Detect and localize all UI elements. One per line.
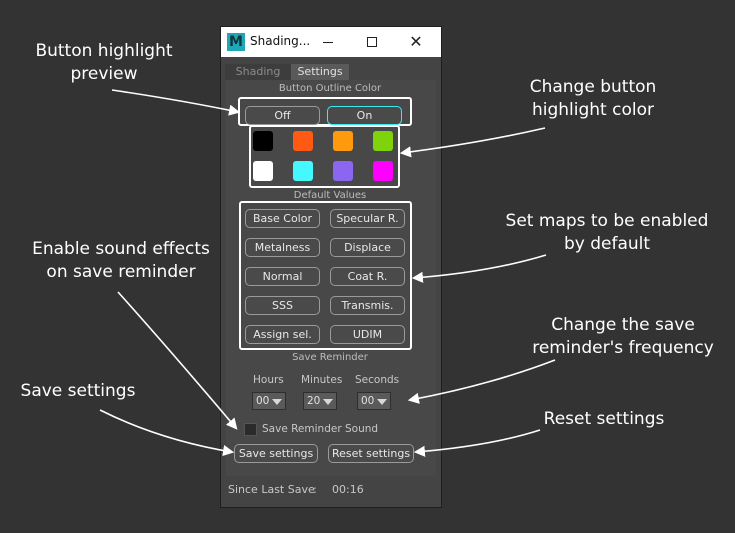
annotation-reset-settings: Reset settings — [543, 409, 665, 429]
annotation-line: highlight color — [531, 100, 654, 120]
hours-value: 00 — [256, 395, 270, 407]
annotation-line: reminder's frequency — [532, 338, 714, 358]
annotation-line: Button highlight — [35, 41, 173, 61]
annotation-frequency: Change the save reminder's frequency — [518, 314, 728, 360]
since-last-save-value: 00:16 — [332, 483, 364, 496]
annotation-sound-effects: Enable sound effects on save reminder — [26, 238, 216, 284]
status-separator: : — [313, 483, 317, 496]
annotation-save-settings: Save settings — [20, 381, 136, 401]
annotation-line: by default — [563, 234, 651, 254]
annotation-line: Set maps to be enabled — [505, 211, 709, 231]
minutes-value: 20 — [307, 395, 321, 407]
window-title: Shading... — [250, 34, 311, 48]
annotation-line: Change button — [529, 77, 657, 97]
minutes-dropdown[interactable]: 20 — [303, 392, 337, 410]
default-map-button[interactable]: Assign sel. — [245, 325, 320, 344]
color-swatch[interactable] — [373, 131, 393, 151]
hours-label: Hours — [253, 374, 284, 386]
outline-color-header: Button Outline Color — [278, 83, 382, 94]
maya-app-icon: M — [227, 33, 245, 51]
annotation-line: on save reminder — [46, 262, 196, 282]
default-map-button[interactable]: SSS — [245, 296, 320, 315]
default-map-button[interactable]: UDIM — [330, 325, 405, 344]
minimize-icon[interactable] — [320, 34, 336, 50]
color-swatch[interactable] — [293, 161, 313, 181]
off-button[interactable]: Off — [245, 106, 320, 125]
minutes-label: Minutes — [301, 374, 343, 386]
close-icon[interactable]: ✕ — [408, 34, 424, 50]
default-map-button[interactable]: Transmis. — [330, 296, 405, 315]
annotation-line: Change the save — [551, 315, 695, 335]
default-map-button[interactable]: Displace — [330, 238, 405, 257]
save-reminder-header: Save Reminder — [292, 352, 368, 363]
arrow-save-settings — [99, 409, 235, 457]
color-swatch[interactable] — [253, 161, 273, 181]
annotation-highlight-preview: Button highlight preview — [34, 40, 174, 86]
annotation-change-color: Change button highlight color — [518, 76, 668, 122]
tab-shading[interactable]: Shading — [225, 64, 291, 80]
window-titlebar[interactable]: M Shading... ✕ — [221, 27, 441, 57]
annotation-line: Enable sound effects — [32, 239, 210, 259]
default-map-button[interactable]: Metalness — [245, 238, 320, 257]
on-button[interactable]: On — [327, 106, 402, 125]
seconds-dropdown[interactable]: 00 — [357, 392, 391, 410]
default-values-header: Default Values — [293, 190, 367, 201]
default-map-button[interactable]: Normal — [245, 267, 320, 286]
chevron-down-icon — [272, 399, 282, 405]
default-map-button[interactable]: Specular R. — [330, 209, 405, 228]
reset-settings-button[interactable]: Reset settings — [328, 444, 414, 463]
save-reminder-sound-checkbox[interactable] — [244, 423, 257, 436]
annotation-maps-default: Set maps to be enabled by default — [497, 210, 717, 256]
chevron-down-icon — [377, 399, 387, 405]
color-swatch[interactable] — [253, 131, 273, 151]
seconds-value: 00 — [361, 395, 375, 407]
since-last-save-label: Since Last Save — [228, 483, 315, 496]
arrow-sound-effects — [117, 291, 238, 430]
maximize-icon[interactable] — [364, 34, 380, 50]
color-swatch[interactable] — [293, 131, 313, 151]
annotation-line: preview — [70, 64, 138, 84]
save-settings-button[interactable]: Save settings — [234, 444, 318, 463]
color-swatch[interactable] — [333, 161, 353, 181]
color-swatch[interactable] — [373, 161, 393, 181]
default-map-button[interactable]: Coat R. — [330, 267, 405, 286]
color-swatch[interactable] — [333, 131, 353, 151]
save-reminder-sound-label: Save Reminder Sound — [262, 423, 379, 435]
default-map-button[interactable]: Base Color — [245, 209, 320, 228]
chevron-down-icon — [323, 399, 333, 405]
hours-dropdown[interactable]: 00 — [252, 392, 286, 410]
tab-settings[interactable]: Settings — [291, 64, 349, 80]
seconds-label: Seconds — [355, 374, 400, 386]
